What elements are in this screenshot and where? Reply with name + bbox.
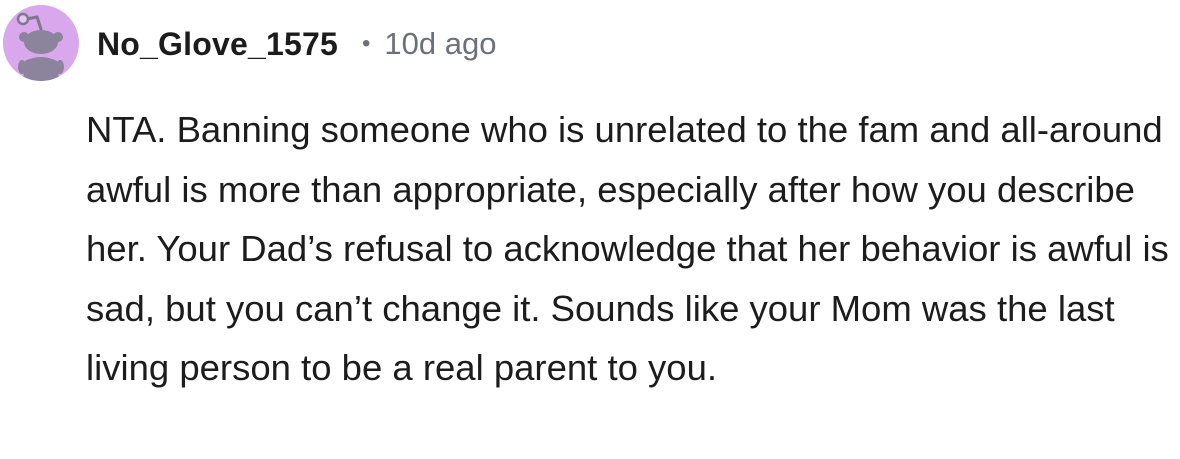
comment-meta: No_Glove_1575 • 10d ago [97, 22, 496, 66]
avatar[interactable] [3, 5, 79, 81]
timestamp[interactable]: 10d ago [384, 26, 496, 62]
meta-separator: • [361, 30, 371, 57]
comment: No_Glove_1575 • 10d ago NTA. Banning som… [0, 0, 1180, 459]
username-link[interactable]: No_Glove_1575 [97, 26, 338, 63]
comment-body: NTA. Banning someone who is unrelated to… [86, 109, 1169, 388]
snoo-avatar-icon [16, 12, 64, 81]
